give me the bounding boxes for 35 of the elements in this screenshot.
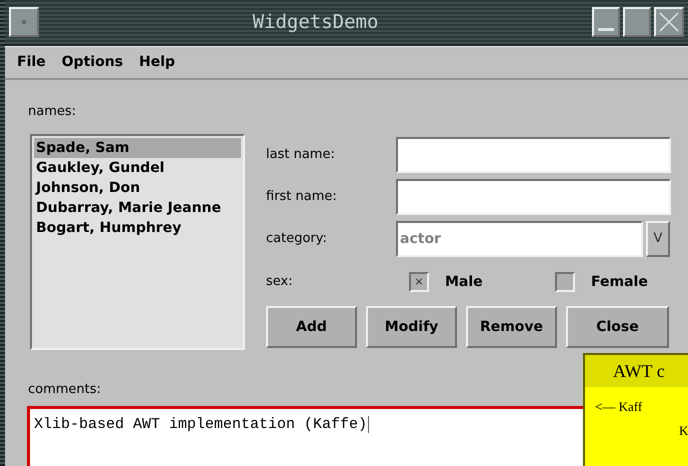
popup-title: AWT c — [613, 360, 665, 382]
close-button[interactable] — [654, 7, 684, 37]
comments-label: comments: — [28, 382, 101, 397]
checkbox-label: Male — [445, 272, 483, 292]
popup-text: K — [679, 422, 688, 440]
checkbox[interactable] — [555, 272, 575, 292]
list-item[interactable]: Bogart, Humphrey — [34, 218, 241, 238]
maximize-button[interactable] — [623, 7, 651, 37]
menu-item[interactable]: Options — [62, 52, 123, 73]
menu-item[interactable]: File — [17, 52, 46, 73]
list-item[interactable]: Johnson, Don — [34, 178, 241, 198]
action-button[interactable]: Close — [566, 306, 669, 348]
action-button[interactable]: Modify — [366, 306, 457, 348]
comments-text: Xlib-based AWT implementation (Kaffe) — [34, 416, 370, 433]
window-menu-button[interactable] — [9, 7, 39, 37]
sex-label: sex: — [266, 273, 294, 292]
minimize-button[interactable] — [592, 7, 620, 37]
window-title: WidgetsDemo — [252, 10, 378, 33]
checkbox[interactable]: × — [409, 272, 429, 292]
list-item[interactable]: Dubarray, Marie Jeanne — [34, 198, 241, 218]
action-button[interactable]: Add — [266, 306, 357, 348]
list-item[interactable]: Spade, Sam — [34, 138, 241, 158]
category-field[interactable]: actor — [396, 221, 643, 257]
menu-item[interactable]: Help — [139, 52, 176, 73]
checkbox-label: Female — [591, 272, 648, 292]
field-label: last name: — [266, 146, 336, 164]
text-field[interactable] — [396, 179, 671, 215]
action-button[interactable]: Remove — [466, 306, 557, 348]
text-field[interactable] — [396, 137, 671, 173]
category-label: category: — [266, 230, 328, 248]
list-item[interactable]: Gaukley, Gundel — [34, 158, 241, 178]
field-label: first name: — [266, 188, 338, 206]
close-icon — [659, 12, 679, 32]
dropdown-button[interactable]: V — [646, 221, 670, 257]
names-label: names: — [28, 104, 76, 119]
